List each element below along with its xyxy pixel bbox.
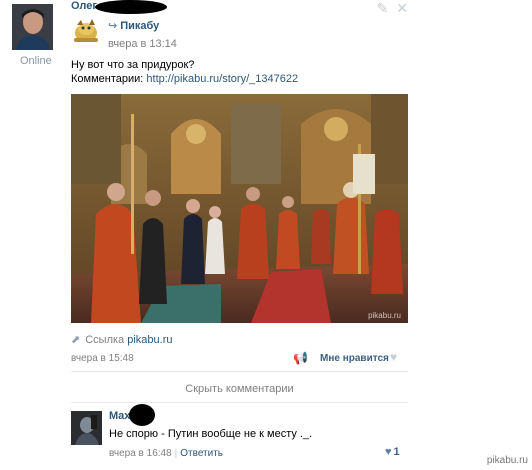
divider [71,371,408,372]
post-date[interactable]: вчера в 15:48 [71,353,134,364]
post-actions: ✎ ✕ [377,0,408,17]
comment-avatar[interactable] [71,411,102,445]
hide-comments-button[interactable]: Скрыть комментарии [71,383,408,395]
post-text: Ну вот что за придурок? Комментарии: htt… [71,58,298,86]
link-prefix: Ссылка [85,334,128,346]
author-avatar[interactable] [12,4,53,50]
close-icon[interactable]: ✕ [396,0,408,16]
heart-icon: ♥ [385,446,392,458]
repost-icon: ↪ [108,20,118,32]
repost-date[interactable]: вчера в 13:14 [108,38,177,50]
link-domain[interactable]: pikabu.ru [127,334,172,346]
separator: | [174,448,178,459]
post-photo[interactable]: pikabu.ru [71,94,408,323]
comments-prefix: Комментарии: [71,73,147,85]
censor-blot [95,0,167,14]
comment-author[interactable]: Max [109,410,130,422]
author-name[interactable]: Олег [71,0,97,12]
group-name-label[interactable]: Пикабу [120,20,159,32]
comment-like-button[interactable]: ♥ 1 [385,446,400,458]
post-line-2: Комментарии: http://pikabu.ru/story/_134… [71,72,298,86]
post-line-1: Ну вот что за придурок? [71,59,195,71]
group-name[interactable]: ↪ Пикабу [108,19,159,32]
comment-like-count: 1 [393,446,400,458]
heart-icon[interactable]: ♥ [390,350,397,364]
reply-button[interactable]: Ответить [180,448,223,459]
online-status: Online [20,55,52,67]
watermark: pikabu.ru [486,455,528,466]
comments-link[interactable]: http://pikabu.ru/story/_1347622 [146,73,298,85]
attached-link[interactable]: ⬈ Ссылка pikabu.ru [71,333,172,346]
group-avatar[interactable] [71,16,101,46]
comment-date[interactable]: вчера в 16:48 [109,448,172,459]
comment-text: Не спорю - Путин вообще не к месту ._. [109,428,313,440]
comment-meta: вчера в 16:48 | Ответить [109,448,223,459]
megaphone-icon[interactable]: 📢 [293,351,308,365]
like-button[interactable]: Мне нравится [320,353,389,364]
link-icon: ⬈ [71,334,81,346]
photo-label: pikabu.ru [368,311,401,320]
divider [71,402,408,403]
censor-blot [129,404,155,426]
edit-icon[interactable]: ✎ [377,0,389,16]
